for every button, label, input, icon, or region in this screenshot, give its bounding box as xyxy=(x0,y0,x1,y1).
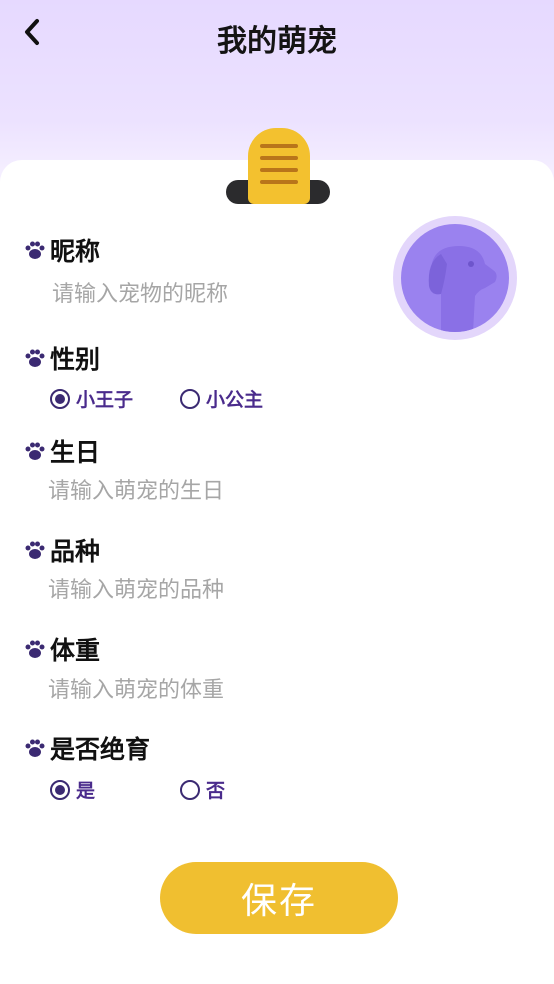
radio-unselected-icon xyxy=(180,779,200,800)
neutered-option-label: 否 xyxy=(206,780,226,802)
gender-option-prince[interactable]: 小王子 xyxy=(50,385,133,412)
weight-label: 体重 xyxy=(24,631,100,667)
neutered-label: 是否绝育 xyxy=(24,730,150,766)
gender-option-label: 小公主 xyxy=(206,389,264,411)
gender-label-text: 性别 xyxy=(50,345,101,374)
clip-line xyxy=(260,156,298,160)
page-title: 我的萌宠 xyxy=(217,24,337,59)
gender-option-label: 小王子 xyxy=(76,389,134,411)
radio-selected-icon xyxy=(50,779,70,800)
nickname-label: 昵称 xyxy=(24,232,100,268)
breed-label: 品种 xyxy=(24,532,100,568)
breed-label-text: 品种 xyxy=(50,537,101,566)
birthday-label: 生日 xyxy=(24,433,100,469)
neutered-option-no[interactable]: 否 xyxy=(180,776,225,803)
neutered-option-yes[interactable]: 是 xyxy=(50,776,95,803)
breed-input[interactable] xyxy=(48,578,348,603)
paw-icon xyxy=(25,241,45,259)
nickname-input[interactable] xyxy=(52,282,352,307)
radio-selected-icon xyxy=(50,388,70,409)
paw-icon xyxy=(25,739,45,757)
paw-icon xyxy=(25,640,45,658)
birthday-label-text: 生日 xyxy=(50,438,101,467)
gender-option-princess[interactable]: 小公主 xyxy=(180,385,263,412)
birthday-input[interactable] xyxy=(48,479,348,504)
weight-label-text: 体重 xyxy=(50,636,101,665)
dog-icon xyxy=(428,246,497,332)
paw-icon xyxy=(25,541,45,559)
save-button[interactable]: 保存 xyxy=(160,862,398,934)
clip-line xyxy=(260,144,298,148)
paw-icon xyxy=(25,442,45,460)
gender-label: 性别 xyxy=(24,340,100,376)
pet-avatar[interactable] xyxy=(401,224,509,332)
clipboard-clip-icon xyxy=(248,128,310,204)
radio-unselected-icon xyxy=(180,388,200,409)
clip-line xyxy=(260,168,298,172)
navigation-bar: 我的萌宠 xyxy=(0,0,554,72)
neutered-option-label: 是 xyxy=(76,780,96,802)
clip-line xyxy=(260,180,298,184)
neutered-label-text: 是否绝育 xyxy=(50,735,151,764)
nickname-label-text: 昵称 xyxy=(50,237,101,266)
weight-input[interactable] xyxy=(48,678,348,703)
paw-icon xyxy=(25,349,45,367)
